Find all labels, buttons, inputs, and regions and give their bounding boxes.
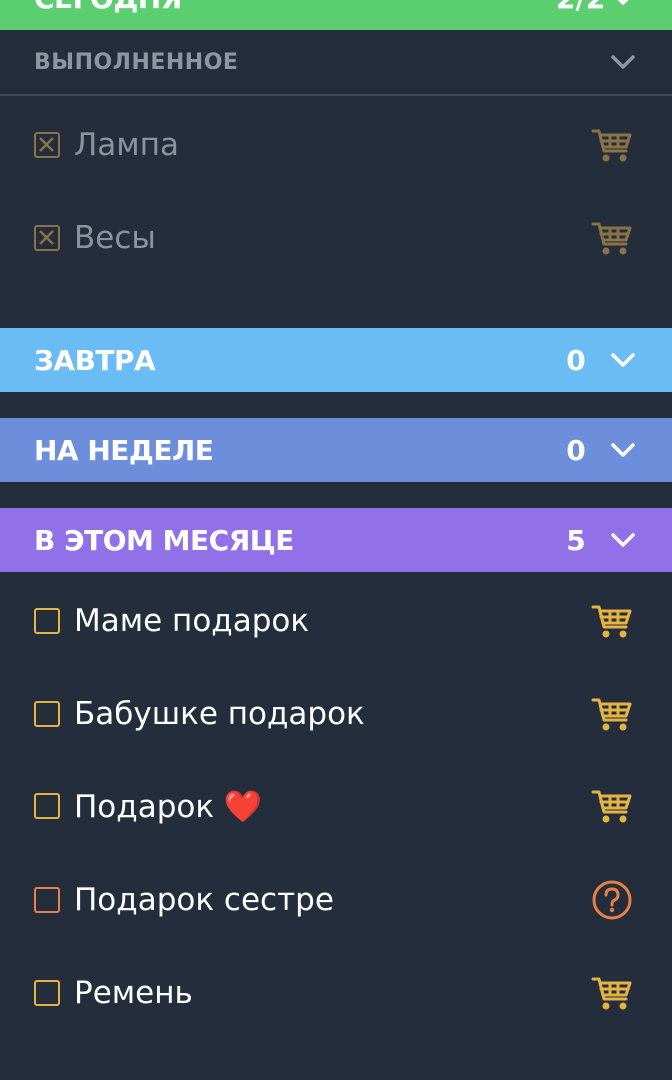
cart-icon[interactable]: [590, 971, 634, 1015]
item-label: Бабушке подарок: [74, 696, 365, 732]
section-title: В ЭТОМ МЕСЯЦЕ: [34, 523, 294, 557]
section-header-month[interactable]: В ЭТОМ МЕСЯЦЕ 5: [0, 508, 672, 572]
chevron-down-icon: [611, 533, 635, 547]
item-label: Лампа: [74, 127, 179, 163]
checkbox[interactable]: [34, 887, 60, 913]
section-title: ВЫПОЛНЕННОЕ: [34, 49, 239, 75]
checkbox-checked[interactable]: [34, 225, 60, 251]
list-item[interactable]: Весы: [0, 208, 672, 268]
section-title: НА НЕДЕЛЕ: [34, 433, 214, 467]
item-label: Подарок ❤️: [74, 788, 263, 825]
question-icon[interactable]: [590, 878, 634, 922]
section-count: 0: [566, 433, 586, 467]
section-header-week[interactable]: НА НЕДЕЛЕ 0: [0, 418, 672, 482]
cart-icon[interactable]: [590, 784, 634, 828]
cart-icon[interactable]: [590, 216, 634, 260]
item-label: Подарок сестре: [74, 882, 334, 918]
section-title: ЗАВТРА: [34, 343, 156, 377]
chevron-down-icon: [611, 55, 635, 69]
list-item[interactable]: Маме подарок: [0, 591, 672, 651]
chevron-down-icon: [611, 353, 635, 367]
section-header-today[interactable]: СЕГОДНЯ 2/2: [0, 0, 672, 30]
cross-icon: [39, 230, 54, 245]
cart-icon[interactable]: [590, 692, 634, 736]
item-label: Ремень: [74, 975, 193, 1011]
cross-icon: [39, 137, 54, 152]
section-count: 5: [566, 523, 586, 557]
screen: СЕГОДНЯ 2/2 ВЫПОЛНЕННОЕ Лампа: [0, 0, 672, 1080]
list-item[interactable]: Подарок ❤️: [0, 776, 672, 836]
section-count: 0: [566, 343, 586, 377]
list-item[interactable]: Ремень: [0, 963, 672, 1023]
chevron-down-icon: [617, 0, 629, 5]
checkbox[interactable]: [34, 701, 60, 727]
item-label: Маме подарок: [74, 603, 310, 639]
item-label: Весы: [74, 220, 156, 256]
checkbox[interactable]: [34, 793, 60, 819]
list-item[interactable]: Лампа: [0, 115, 672, 175]
checkbox[interactable]: [34, 980, 60, 1006]
list-item[interactable]: Бабушке подарок: [0, 684, 672, 744]
section-count: 2/2: [556, 0, 605, 15]
list-item[interactable]: Подарок сестре: [0, 870, 672, 930]
checkbox-checked[interactable]: [34, 132, 60, 158]
section-header-tomorrow[interactable]: ЗАВТРА 0: [0, 328, 672, 392]
checkbox[interactable]: [34, 608, 60, 634]
cart-icon[interactable]: [590, 599, 634, 643]
cart-icon[interactable]: [590, 123, 634, 167]
section-header-done[interactable]: ВЫПОЛНЕННОЕ: [0, 30, 672, 96]
section-title: СЕГОДНЯ: [34, 0, 556, 15]
chevron-down-icon: [611, 443, 635, 457]
